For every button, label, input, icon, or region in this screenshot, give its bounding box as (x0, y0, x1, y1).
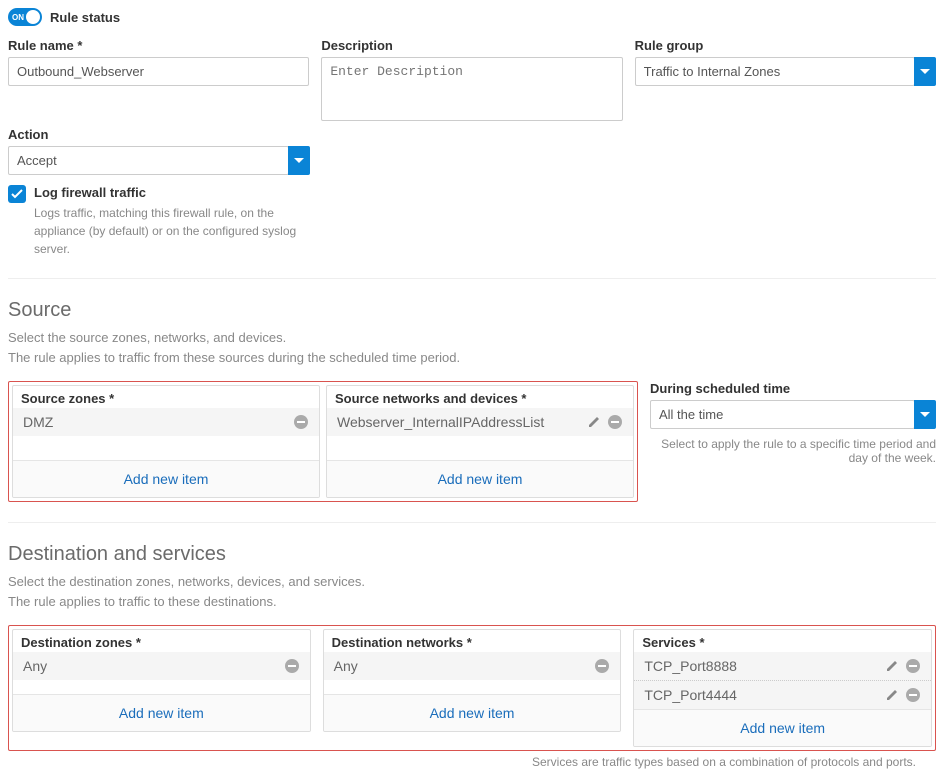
item-text: DMZ (23, 414, 287, 430)
rule-group-label: Rule group (635, 38, 936, 53)
chevron-down-icon (920, 412, 930, 418)
add-new-item-button[interactable]: Add new item (634, 709, 931, 746)
action-label: Action (8, 127, 310, 142)
item-text: Any (334, 658, 589, 674)
remove-button[interactable] (293, 414, 309, 430)
remove-button[interactable] (905, 687, 921, 703)
divider (8, 522, 936, 523)
source-title: Source (8, 299, 936, 322)
pencil-icon (587, 415, 601, 429)
minus-circle-icon (284, 658, 300, 674)
minus-circle-icon (594, 658, 610, 674)
services-hint: Services are traffic types based on a co… (8, 755, 936, 769)
rule-status-toggle[interactable]: ON (8, 8, 42, 26)
add-new-item-button[interactable]: Add new item (327, 460, 633, 497)
schedule-label: During scheduled time (650, 381, 936, 396)
log-traffic-label: Log firewall traffic (34, 185, 324, 200)
remove-button[interactable] (594, 658, 610, 674)
rule-name-input[interactable] (8, 57, 309, 86)
services-box: Services * TCP_Port8888 TCP_Port4444 (633, 629, 932, 747)
dest-zones-box: Destination zones * Any Add new item (12, 629, 311, 732)
source-networks-label: Source networks and devices * (327, 386, 633, 408)
action-dropdown-button[interactable] (288, 146, 310, 175)
schedule-select[interactable] (650, 400, 915, 429)
pencil-icon (885, 688, 899, 702)
item-text: Webserver_InternalIPAddressList (337, 414, 581, 430)
rule-status-label: Rule status (50, 10, 120, 25)
rule-group-dropdown-button[interactable] (914, 57, 936, 86)
source-desc2: The rule applies to traffic from these s… (8, 348, 936, 368)
chevron-down-icon (294, 158, 304, 164)
item-text: TCP_Port4444 (644, 687, 879, 703)
checkmark-icon (11, 189, 23, 199)
minus-circle-icon (905, 658, 921, 674)
log-traffic-desc: Logs traffic, matching this firewall rul… (34, 204, 324, 258)
rule-name-label: Rule name * (8, 38, 309, 53)
description-label: Description (321, 38, 622, 53)
list-item: Any (13, 652, 310, 680)
description-textarea[interactable] (321, 57, 622, 121)
source-zones-label: Source zones * (13, 386, 319, 408)
remove-button[interactable] (905, 658, 921, 674)
minus-circle-icon (293, 414, 309, 430)
schedule-dropdown-button[interactable] (914, 400, 936, 429)
list-item: TCP_Port8888 (634, 652, 931, 680)
dest-title: Destination and services (8, 543, 936, 566)
remove-button[interactable] (607, 414, 623, 430)
add-new-item-button[interactable]: Add new item (13, 694, 310, 731)
list-item: Any (324, 652, 621, 680)
services-label: Services * (634, 630, 931, 652)
dest-desc2: The rule applies to traffic to these des… (8, 592, 936, 612)
source-networks-box: Source networks and devices * Webserver_… (326, 385, 634, 498)
edit-button[interactable] (885, 688, 899, 702)
chevron-down-icon (920, 69, 930, 75)
edit-button[interactable] (587, 415, 601, 429)
edit-button[interactable] (885, 659, 899, 673)
toggle-on-text: ON (12, 13, 24, 22)
log-traffic-checkbox[interactable] (8, 185, 26, 203)
dest-networks-label: Destination networks * (324, 630, 621, 652)
divider (8, 278, 936, 279)
minus-circle-icon (905, 687, 921, 703)
pencil-icon (885, 659, 899, 673)
list-item: TCP_Port4444 (634, 680, 931, 709)
rule-group-select[interactable] (635, 57, 915, 86)
schedule-hint: Select to apply the rule to a specific t… (650, 437, 936, 465)
action-select[interactable] (8, 146, 289, 175)
list-item: Webserver_InternalIPAddressList (327, 408, 633, 436)
source-zones-box: Source zones * DMZ Add new item (12, 385, 320, 498)
dest-desc1: Select the destination zones, networks, … (8, 572, 936, 592)
dest-zones-label: Destination zones * (13, 630, 310, 652)
item-text: Any (23, 658, 278, 674)
add-new-item-button[interactable]: Add new item (324, 694, 621, 731)
list-item: DMZ (13, 408, 319, 436)
minus-circle-icon (607, 414, 623, 430)
item-text: TCP_Port8888 (644, 658, 879, 674)
add-new-item-button[interactable]: Add new item (13, 460, 319, 497)
source-desc1: Select the source zones, networks, and d… (8, 328, 936, 348)
dest-networks-box: Destination networks * Any Add new item (323, 629, 622, 732)
remove-button[interactable] (284, 658, 300, 674)
